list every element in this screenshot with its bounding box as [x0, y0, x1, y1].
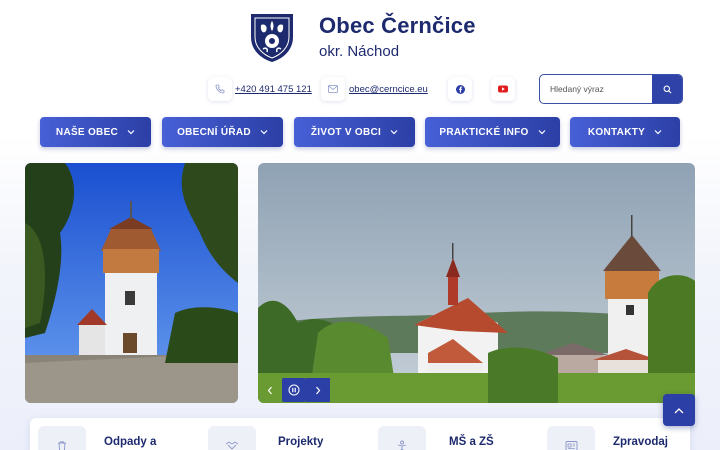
email-link[interactable]: obec@cerncice.eu [349, 84, 428, 95]
trash-icon[interactable] [38, 426, 86, 450]
nav-obecni-urad[interactable]: OBECNÍ ÚŘAD [162, 117, 283, 147]
mail-icon [321, 77, 345, 101]
back-to-top-button[interactable] [663, 394, 695, 426]
village-panorama-photo [258, 163, 695, 403]
chevron-down-icon [654, 130, 662, 135]
site-subtitle: okr. Náchod [319, 43, 400, 60]
nav-label: KONTAKTY [587, 126, 646, 138]
nav-label: ŽIVOT V OBCI [310, 126, 382, 138]
nav-nase-obec[interactable]: NAŠE OBEC [40, 117, 151, 147]
nav-label: NAŠE OBEC [55, 126, 119, 138]
nav-label: OBECNÍ ÚŘAD [177, 126, 251, 138]
nav-zivot-v-obci[interactable]: ŽIVOT V OBCI [294, 117, 415, 147]
phone-link[interactable]: +420 491 475 121 [235, 84, 312, 95]
search-input[interactable] [540, 75, 653, 103]
slider-controls [258, 378, 334, 402]
chevron-right-icon [316, 386, 321, 394]
child-icon[interactable] [378, 426, 426, 450]
slider-prev-button[interactable] [258, 378, 282, 402]
nav-label: PRAKTICKÉ INFO [439, 126, 529, 138]
quick-link-odpady[interactable]: Odpady a [104, 436, 156, 448]
quick-link-zpravodaj[interactable]: Zpravodaj [613, 436, 668, 448]
chevron-down-icon [127, 130, 135, 135]
quick-link-ms-zs[interactable]: MŠ a ZŠ [449, 436, 494, 448]
search-icon [663, 85, 671, 93]
chevron-down-icon [538, 130, 546, 135]
facebook-icon[interactable] [448, 77, 472, 101]
chevron-up-icon [674, 407, 684, 413]
coat-of-arms-logo[interactable] [248, 11, 296, 63]
nav-kontakty[interactable]: KONTAKTY [570, 117, 680, 147]
chevron-down-icon [390, 130, 398, 135]
site-title: Obec Černčice [319, 13, 476, 38]
newspaper-icon[interactable] [547, 426, 595, 450]
pause-circle-icon [288, 384, 300, 396]
bell-tower-photo [25, 163, 238, 403]
slider-pause-button[interactable] [282, 378, 306, 402]
nav-prakticke-info[interactable]: PRAKTICKÉ INFO [425, 117, 560, 147]
phone-icon [208, 77, 232, 101]
header: Obec Černčice okr. Náchod +420 491 475 1… [0, 0, 720, 160]
chevron-down-icon [260, 130, 268, 135]
quick-link-projekty[interactable]: Projekty [278, 436, 323, 448]
handshake-icon[interactable] [208, 426, 256, 450]
youtube-icon[interactable] [491, 77, 515, 101]
search-button[interactable] [652, 75, 682, 103]
search-box [539, 74, 683, 104]
slider-next-button[interactable] [306, 378, 330, 402]
chevron-left-icon [267, 386, 272, 394]
